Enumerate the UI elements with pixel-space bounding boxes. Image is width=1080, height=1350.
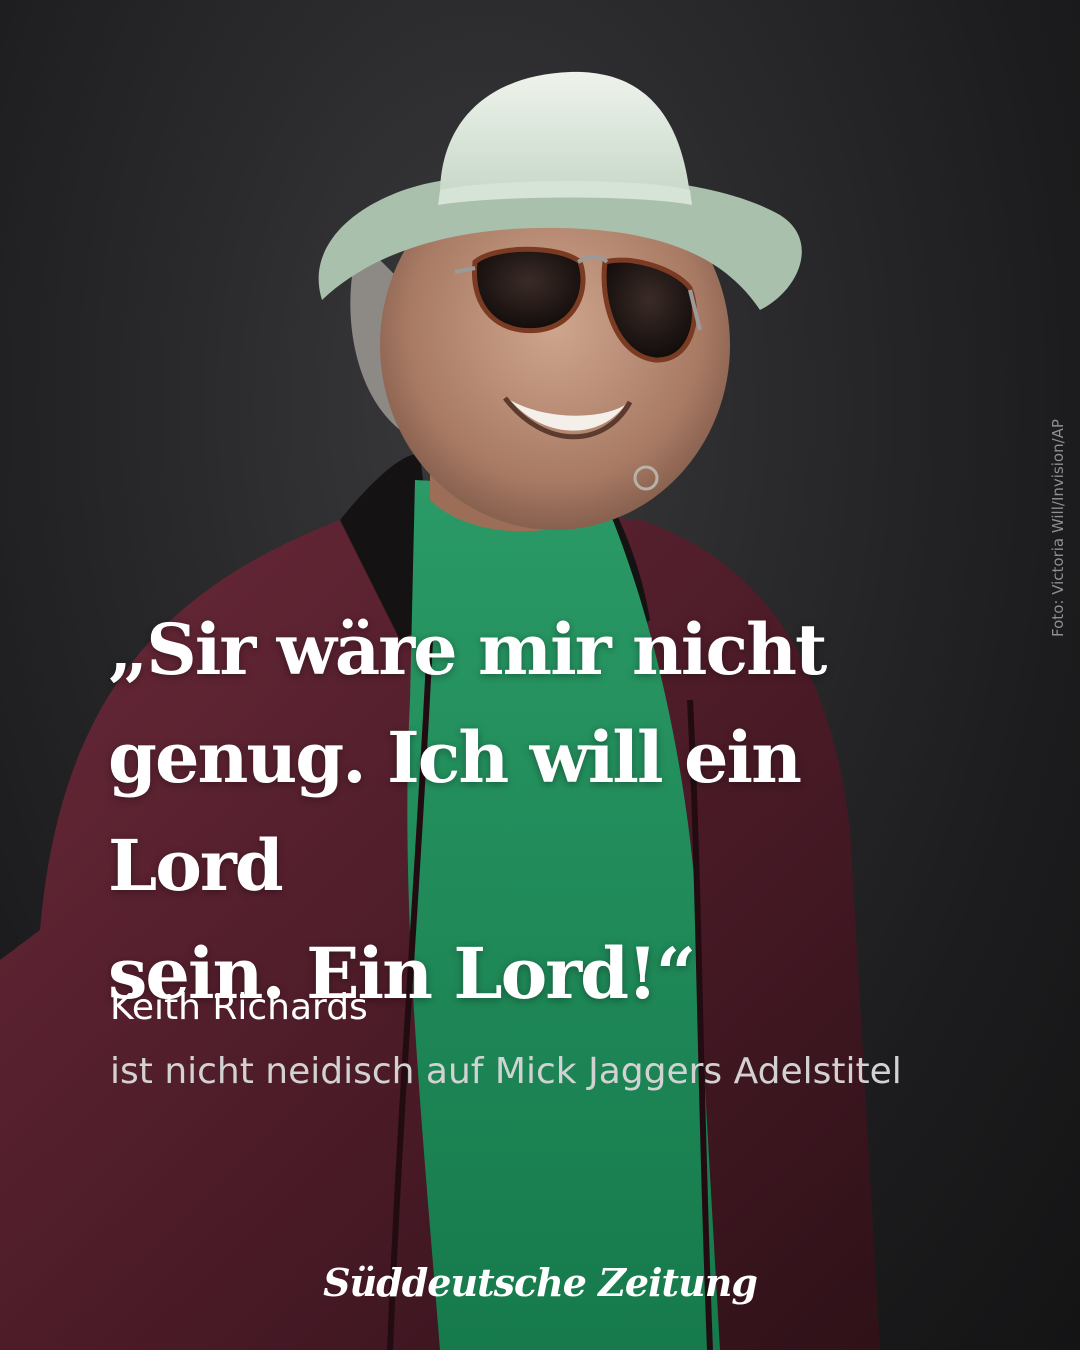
photo-credit: Foto: Victoria Will/Invision/AP <box>1049 419 1067 637</box>
quote-context: ist nicht neidisch auf Mick Jaggers Adel… <box>110 1051 902 1092</box>
quote-card: „Sir wäre mir nicht genug. Ich will ein … <box>0 0 1080 1350</box>
quote-line-1: „Sir wäre mir nicht <box>108 608 827 691</box>
quote-text: „Sir wäre mir nicht genug. Ich will ein … <box>108 596 968 1028</box>
brand-logo: Süddeutsche Zeitung <box>323 1260 758 1305</box>
speaker-name: Keith Richards <box>110 987 368 1028</box>
quote-line-2: genug. Ich will ein Lord <box>108 716 802 907</box>
